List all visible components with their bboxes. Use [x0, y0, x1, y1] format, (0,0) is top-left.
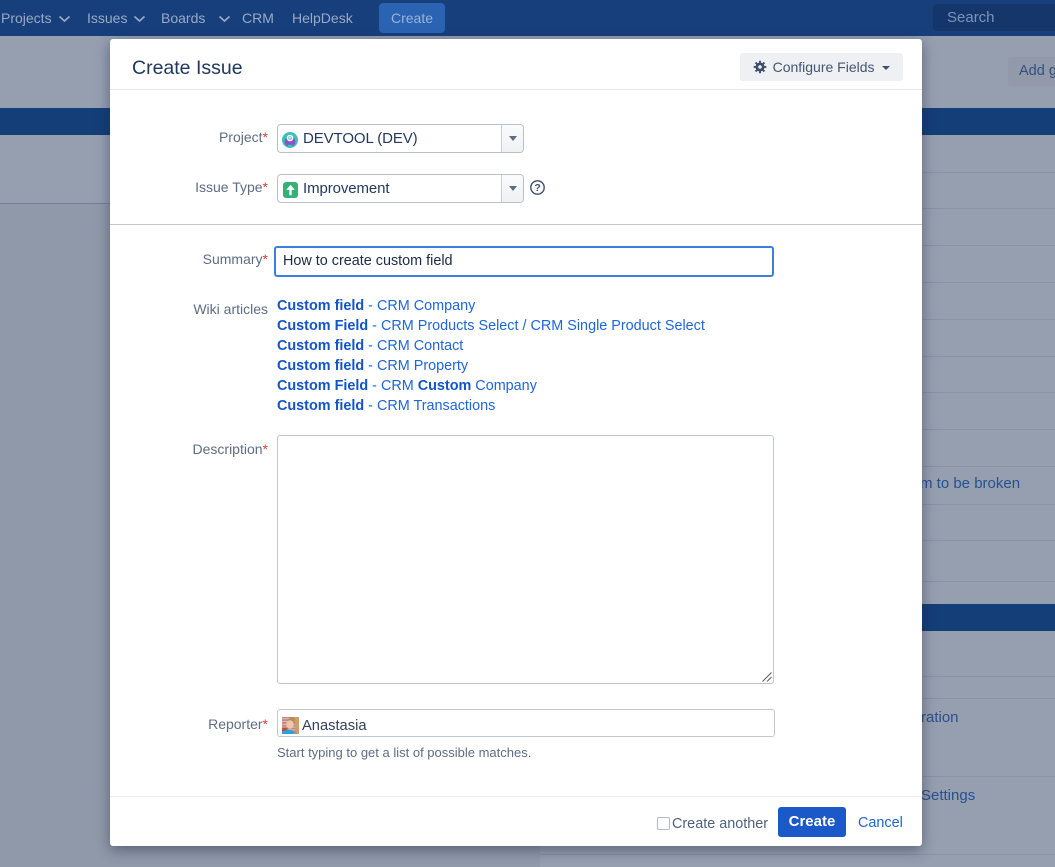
svg-text:?: ?	[534, 182, 540, 194]
